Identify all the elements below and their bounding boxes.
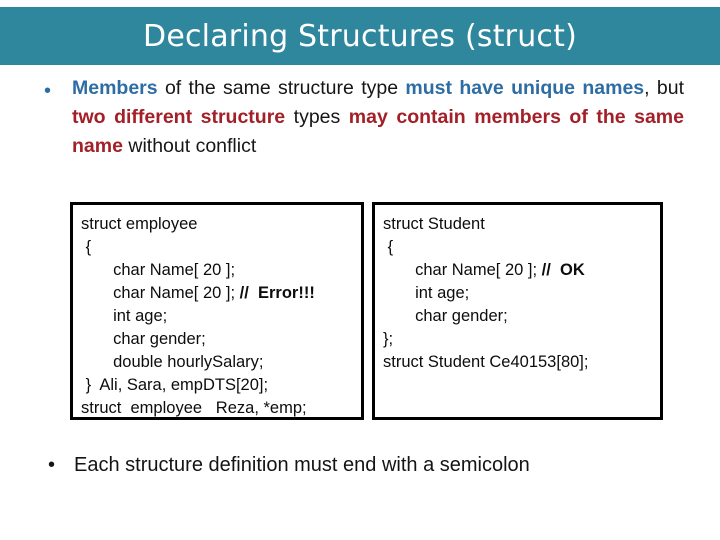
code-line: char Name[ 20 ]; // OK	[383, 259, 660, 282]
code-text: struct Student Ce40153[80];	[383, 353, 589, 371]
code-text: int age;	[383, 284, 470, 302]
code-text: {	[81, 238, 92, 256]
code-line: struct employee Reza, *emp;	[81, 397, 361, 417]
code-text: int age;	[81, 307, 168, 325]
code-text: struct employee Reza, *emp;	[81, 399, 307, 417]
code-text: };	[383, 330, 394, 348]
code-line: char gender;	[81, 328, 361, 351]
code-line: char Name[ 20 ];	[81, 259, 361, 282]
code-box-employee: struct employee { char Name[ 20 ]; char …	[70, 202, 364, 420]
code-text: char Name[ 20 ];	[81, 284, 240, 302]
code-text: } Ali, Sara, empDTS[20];	[81, 376, 269, 394]
code-line: int age;	[383, 282, 660, 305]
code-line: {	[383, 236, 660, 259]
code-text: char gender;	[81, 330, 206, 348]
code-text: char Name[ 20 ];	[81, 261, 236, 279]
intro-segment-3: , but	[644, 77, 684, 99]
intro-segment-5: types	[285, 106, 349, 128]
code-line: } Ali, Sara, empDTS[20];	[81, 374, 361, 397]
code-text: char Name[ 20 ];	[383, 261, 542, 279]
code-lines-employee: struct employee { char Name[ 20 ]; char …	[73, 205, 361, 417]
code-box-student: struct Student { char Name[ 20 ]; // OK …	[372, 202, 663, 420]
code-comment: // Error!!!	[239, 284, 315, 302]
code-line: struct Student	[383, 213, 660, 236]
code-line: double hourlySalary;	[81, 351, 361, 374]
code-text: struct Student	[383, 215, 485, 233]
code-text: {	[383, 238, 394, 256]
title-banner: Declaring Structures (struct)	[0, 7, 720, 65]
code-line: };	[383, 328, 660, 351]
intro-bullet-text: Members of the same structure type must …	[72, 74, 684, 161]
page-title: Declaring Structures (struct)	[143, 18, 577, 54]
code-text: struct employee	[81, 215, 198, 233]
code-text: double hourlySalary;	[81, 353, 264, 371]
code-line: struct employee	[81, 213, 361, 236]
intro-segment-0: Members	[72, 77, 158, 99]
code-line: struct Student Ce40153[80];	[383, 351, 660, 374]
code-line: char gender;	[383, 305, 660, 328]
code-line: char Name[ 20 ]; // Error!!!	[81, 282, 361, 305]
intro-segment-7: without conflict	[122, 135, 257, 157]
intro-segment-2: must have unique names	[405, 77, 645, 99]
intro-segment-4: two different structure	[72, 106, 286, 128]
bullet-marker-icon: •	[48, 454, 56, 476]
intro-bullet-block: • Members of the same structure type mus…	[36, 74, 684, 161]
code-line: {	[81, 236, 361, 259]
closing-bullet-text: Each structure definition must end with …	[74, 454, 530, 476]
code-text: char gender;	[383, 307, 508, 325]
code-line: int age;	[81, 305, 361, 328]
closing-bullet-block: • Each structure definition must end wit…	[48, 452, 688, 479]
code-comment: // OK	[541, 261, 585, 279]
bullet-marker-icon: •	[44, 80, 52, 102]
intro-segment-1: of the same structure type	[157, 77, 406, 99]
code-lines-student: struct Student { char Name[ 20 ]; // OK …	[375, 205, 660, 417]
